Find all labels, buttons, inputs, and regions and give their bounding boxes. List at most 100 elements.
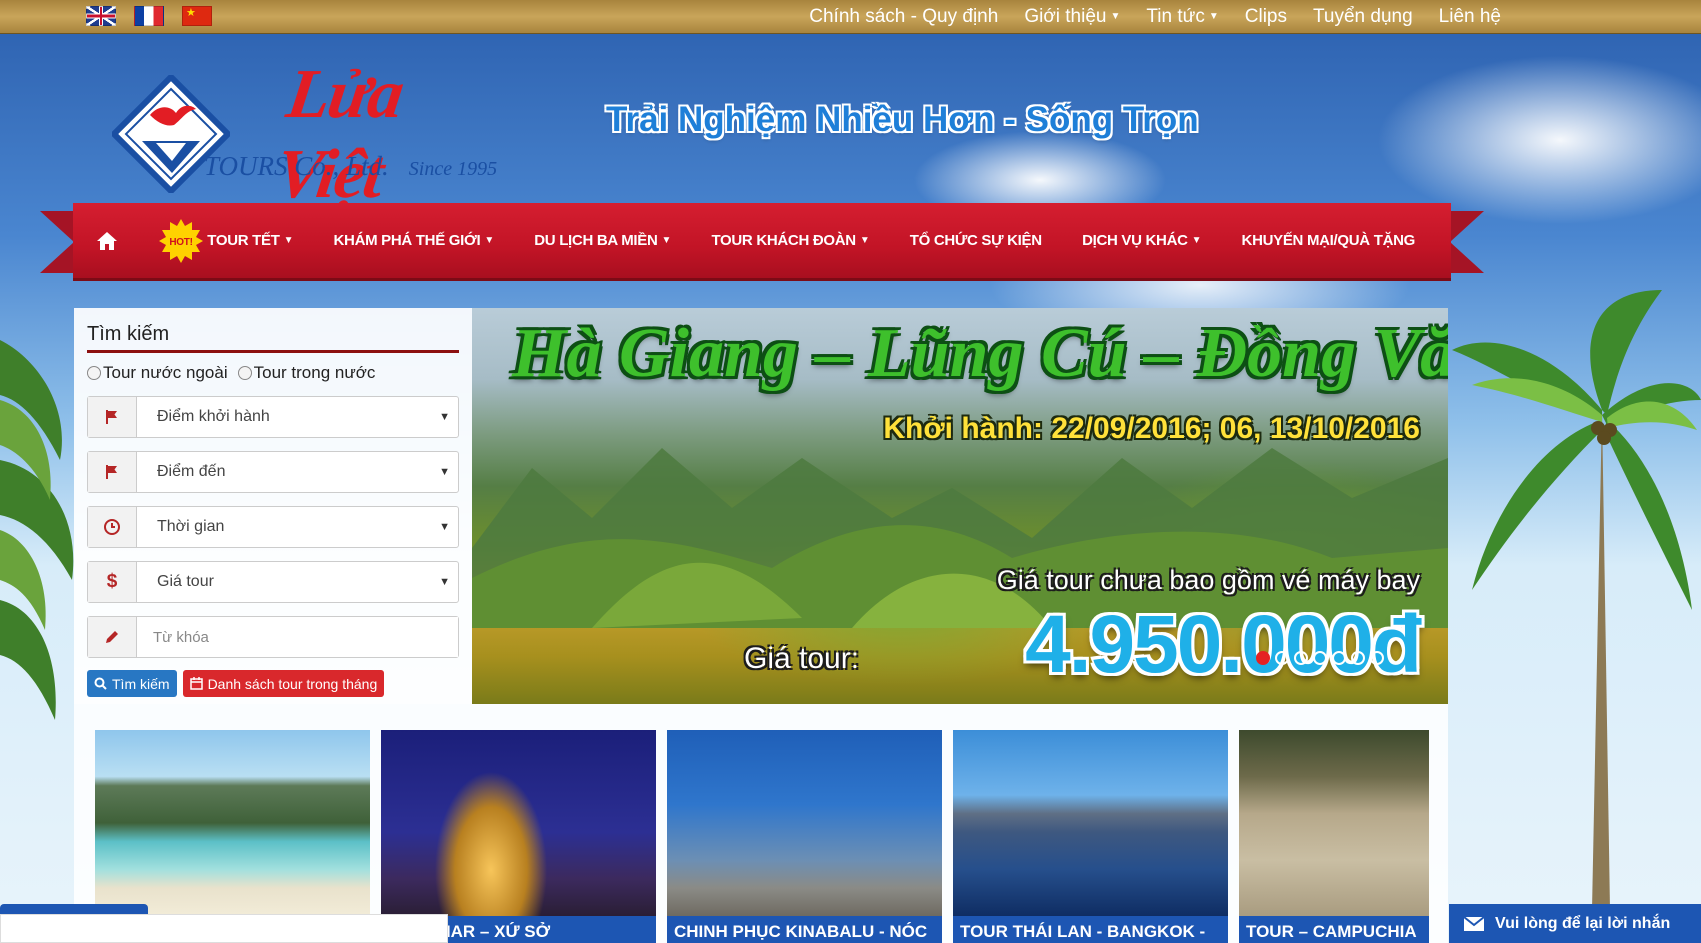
radio-foreign-label: Tour nước ngoài xyxy=(103,363,228,382)
home-icon xyxy=(97,231,117,250)
price-select[interactable]: $ Giá tour ▼ xyxy=(87,561,459,603)
departure-select[interactable]: Điểm khởi hành ▼ xyxy=(87,396,459,438)
menu-promotions[interactable]: KHUYẾN MẠI/QUÀ TẶNG xyxy=(1241,232,1416,249)
dropdown-arrow-icon: ▼ xyxy=(439,411,450,423)
tour-card-title: TOUR – CAMPUCHIA xyxy=(1239,916,1429,943)
tour-card-image xyxy=(381,730,656,916)
leave-message-button[interactable]: Vui lòng để lại lời nhắn xyxy=(1449,904,1701,943)
svg-text:HOT!: HOT! xyxy=(170,237,193,248)
tour-card-title: TOUR THÁI LAN - BANGKOK - xyxy=(953,916,1228,943)
topnav-news-label: Tin tức xyxy=(1146,6,1205,27)
menu-ribbon-right xyxy=(1450,211,1484,273)
time-value: Thời gian xyxy=(157,518,225,535)
banner-note: Giá tour chưa bao gồm vé máy bay xyxy=(996,565,1420,595)
menu-group-tour[interactable]: TOUR KHÁCH ĐOÀN ▼ xyxy=(711,232,869,249)
tour-cards-strip: MYANMAR – XỨ SỞ CHINH PHỤC KINABALU - NÓ… xyxy=(74,704,1448,943)
menu-events[interactable]: TỔ CHỨC SỰ KIỆN xyxy=(910,232,1042,249)
slider-dot[interactable] xyxy=(1294,651,1308,665)
logo-since: Since 1995 xyxy=(408,158,498,180)
caret-down-icon: ▼ xyxy=(484,235,494,246)
menu-home[interactable] xyxy=(95,229,119,253)
topnav-news[interactable]: Tin tức ▼ xyxy=(1146,6,1218,28)
slider-dot[interactable] xyxy=(1275,651,1289,665)
banner-price: 4.950.000đ xyxy=(1025,599,1422,690)
caret-down-icon: ▼ xyxy=(1110,11,1121,23)
menu-explore-world[interactable]: KHÁM PHÁ THẾ GIỚI ▼ xyxy=(333,232,495,249)
topnav-clips[interactable]: Clips xyxy=(1245,6,1287,28)
topnav-contact[interactable]: Liên hệ xyxy=(1439,6,1501,28)
destination-select[interactable]: Điểm đến ▼ xyxy=(87,451,459,493)
menu-ribbon-left xyxy=(40,211,74,273)
slider-dot[interactable] xyxy=(1313,651,1327,665)
tour-card-title: CHINH PHỤC KINABALU - NÓC xyxy=(667,916,942,943)
logo-subtitle: TOURS Co., Ltd. Since 1995 xyxy=(204,151,497,182)
monthly-tours-button-label: Danh sách tour trong tháng xyxy=(207,675,378,692)
tour-card-image xyxy=(1239,730,1429,916)
calendar-icon xyxy=(189,677,203,690)
dollar-icon: $ xyxy=(88,562,137,602)
english-flag-icon[interactable] xyxy=(86,6,116,26)
dropdown-arrow-icon: ▼ xyxy=(439,521,450,533)
leave-message-label: Vui lòng để lại lời nhắn xyxy=(1495,914,1671,932)
clock-icon xyxy=(88,507,137,547)
menu-tour-tet[interactable]: HOT! TOUR TẾT ▼ xyxy=(159,218,294,263)
menu-explore-world-label: KHÁM PHÁ THẾ GIỚI xyxy=(333,232,481,249)
search-icon xyxy=(94,677,107,690)
topnav-recruitment[interactable]: Tuyển dụng xyxy=(1313,6,1413,28)
pencil-icon xyxy=(88,617,137,657)
chat-widget-panel[interactable] xyxy=(0,914,448,943)
slogan: Trải Nghiệm Nhiều Hơn - Sống Trọn xyxy=(606,100,1199,139)
tour-card[interactable]: TOUR THÁI LAN - BANGKOK - xyxy=(953,730,1228,943)
topnav-recruitment-label: Tuyển dụng xyxy=(1313,6,1413,27)
tour-card-image xyxy=(953,730,1228,916)
tour-card[interactable]: MYANMAR – XỨ SỞ xyxy=(381,730,656,943)
slider-dot[interactable] xyxy=(1370,651,1384,665)
caret-down-icon: ▼ xyxy=(1191,235,1202,246)
hot-badge-icon: HOT! xyxy=(159,218,204,263)
caret-down-icon: ▼ xyxy=(1208,11,1219,23)
search-button[interactable]: Tìm kiếm xyxy=(87,670,177,697)
caret-down-icon: ▼ xyxy=(661,235,672,246)
topnav-about[interactable]: Giới thiệu ▼ xyxy=(1024,6,1120,28)
slider-dots xyxy=(1256,651,1384,665)
search-title: Tìm kiếm xyxy=(87,308,459,353)
monthly-tours-button[interactable]: Danh sách tour trong tháng xyxy=(182,670,385,697)
price-value: Giá tour xyxy=(157,573,214,590)
logo-name: Lửa Việt xyxy=(271,56,407,213)
hero-banner[interactable]: Hà Giang – Lũng Cú – Đồng Văn Khởi hành:… xyxy=(472,308,1448,704)
logo-company: TOURS Co., Ltd. xyxy=(204,151,389,181)
menu-three-regions[interactable]: DU LỊCH BA MIỀN ▼ xyxy=(534,232,671,249)
topnav-about-label: Giới thiệu xyxy=(1024,6,1107,27)
topnav-contact-label: Liên hệ xyxy=(1438,6,1501,27)
slider-dot[interactable] xyxy=(1332,651,1346,665)
radio-domestic-tour[interactable]: Tour trong nước xyxy=(237,363,375,383)
flag-icon xyxy=(88,397,137,437)
tour-card-image xyxy=(667,730,942,916)
radio-circle-icon[interactable] xyxy=(87,366,101,380)
chinese-flag-icon[interactable] xyxy=(182,6,212,26)
banner-price-label: Giá tour: xyxy=(744,642,860,675)
dropdown-arrow-icon: ▼ xyxy=(439,576,450,588)
menu-other-services[interactable]: DỊCH VỤ KHÁC ▼ xyxy=(1082,232,1201,249)
search-button-label: Tìm kiếm xyxy=(112,675,170,692)
keyword-field xyxy=(87,616,459,658)
topnav-policy[interactable]: Chính sách - Quy định xyxy=(809,6,998,28)
language-flags xyxy=(86,6,212,26)
slider-dot[interactable] xyxy=(1351,651,1365,665)
keyword-input[interactable] xyxy=(137,617,458,657)
caret-down-icon: ▼ xyxy=(859,235,870,246)
tour-card[interactable]: CHINH PHỤC KINABALU - NÓC xyxy=(667,730,942,943)
search-buttons: Tìm kiếm Danh sách tour trong tháng xyxy=(87,670,459,697)
departure-value: Điểm khởi hành xyxy=(157,408,270,425)
menu-promotions-label: KHUYẾN MẠI/QUÀ TẶNG xyxy=(1241,232,1416,249)
top-nav: Chính sách - Quy định Giới thiệu ▼ Tin tứ… xyxy=(809,0,1501,34)
time-select[interactable]: Thời gian ▼ xyxy=(87,506,459,548)
menu-tour-tet-label: TOUR TẾT xyxy=(207,232,280,249)
site-logo[interactable]: Lửa Việt TOURS Co., Ltd. Since 1995 xyxy=(112,55,512,213)
french-flag-icon[interactable] xyxy=(134,6,164,26)
slider-dot[interactable] xyxy=(1256,651,1270,665)
radio-circle-icon[interactable] xyxy=(237,366,252,380)
radio-foreign-tour[interactable]: Tour nước ngoài xyxy=(87,363,228,383)
tour-card[interactable]: TOUR – CAMPUCHIA xyxy=(1239,730,1429,943)
destination-value: Điểm đến xyxy=(157,463,226,480)
